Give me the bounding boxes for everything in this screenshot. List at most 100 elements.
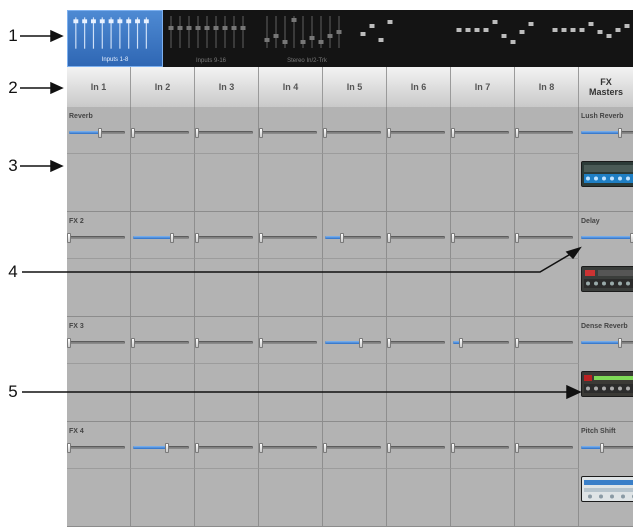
channel-header-8: In 8 — [515, 67, 579, 107]
slider-track — [261, 131, 317, 134]
send-slider-3[interactable] — [195, 233, 253, 243]
slider-knob[interactable] — [259, 443, 263, 453]
fx-masters-header: FX Masters — [579, 67, 633, 107]
fx-masters-line1: FX — [600, 77, 612, 87]
send-slider-1[interactable] — [67, 338, 125, 348]
send-slider-4[interactable] — [259, 443, 317, 453]
slider-knob[interactable] — [600, 443, 604, 453]
slider-knob[interactable] — [67, 338, 71, 348]
send-slider-5[interactable] — [323, 128, 381, 138]
send-slider-2[interactable] — [131, 128, 189, 138]
slider-knob[interactable] — [339, 233, 344, 243]
send-slider-7[interactable] — [451, 233, 509, 243]
send-slider-2[interactable] — [133, 443, 189, 453]
fx-master-slider[interactable] — [581, 338, 633, 348]
slider-knob[interactable] — [451, 128, 455, 138]
send-slider-7[interactable] — [453, 338, 509, 348]
tab-bank-6[interactable] — [547, 10, 633, 67]
tab-label: Inputs 9-16 — [195, 58, 227, 64]
send-slider-2[interactable] — [131, 338, 189, 348]
effect-thumbnail[interactable] — [581, 371, 633, 397]
send-slider-3[interactable] — [195, 443, 253, 453]
send-slider-8[interactable] — [515, 128, 573, 138]
tab-bank-3[interactable]: Stereo In/2-Trk — [259, 10, 355, 67]
slider-track — [453, 236, 509, 239]
slider-knob[interactable] — [515, 338, 519, 348]
send-slider-6[interactable] — [387, 338, 445, 348]
send-slider-5[interactable] — [325, 338, 381, 348]
slider-knob[interactable] — [131, 338, 135, 348]
slider-knob[interactable] — [195, 443, 199, 453]
send-slider-8[interactable] — [515, 233, 573, 243]
tab-bank-1[interactable]: Inputs 1-8 — [67, 10, 163, 67]
slider-knob[interactable] — [164, 443, 169, 453]
slider-knob[interactable] — [387, 128, 391, 138]
send-cell-lower — [323, 363, 387, 421]
send-slider-4[interactable] — [259, 338, 317, 348]
slider-knob[interactable] — [387, 443, 391, 453]
slider-knob[interactable] — [515, 128, 519, 138]
callout-4: 4 — [8, 262, 18, 281]
slider-knob[interactable] — [259, 233, 263, 243]
slider-knob[interactable] — [195, 128, 199, 138]
slider-knob[interactable] — [387, 233, 391, 243]
slider-knob[interactable] — [67, 233, 71, 243]
slider-knob[interactable] — [97, 128, 102, 138]
slider-knob[interactable] — [259, 128, 263, 138]
fx-master-name: Lush Reverb — [581, 113, 624, 120]
slider-knob[interactable] — [259, 338, 263, 348]
slider-knob[interactable] — [451, 233, 455, 243]
slider-knob[interactable] — [618, 128, 622, 138]
slider-knob[interactable] — [618, 338, 622, 348]
fx-master-slider[interactable] — [581, 128, 633, 138]
send-slider-8[interactable] — [515, 443, 573, 453]
fx-master-slider[interactable] — [581, 443, 633, 453]
send-slider-3[interactable] — [195, 128, 253, 138]
slider-knob[interactable] — [359, 338, 364, 348]
tab-bank-5[interactable] — [451, 10, 547, 67]
send-cell-lower — [195, 258, 259, 316]
slider-knob[interactable] — [387, 338, 391, 348]
fx-section-label: FX 4 — [69, 428, 84, 435]
send-slider-8[interactable] — [515, 338, 573, 348]
effect-thumbnail[interactable] — [581, 266, 633, 292]
slider-knob[interactable] — [323, 443, 327, 453]
send-slider-6[interactable] — [387, 443, 445, 453]
send-slider-3[interactable] — [195, 338, 253, 348]
slider-knob[interactable] — [195, 338, 199, 348]
tab-bank-2[interactable]: Inputs 9-16 — [163, 10, 259, 67]
slider-knob[interactable] — [67, 443, 71, 453]
send-slider-5[interactable] — [323, 443, 381, 453]
fx-master-slider[interactable] — [581, 233, 633, 243]
slider-track — [133, 131, 189, 134]
slider-knob[interactable] — [515, 233, 519, 243]
send-slider-2[interactable] — [133, 233, 189, 243]
send-slider-1[interactable] — [69, 128, 125, 138]
send-slider-1[interactable] — [67, 233, 125, 243]
tab-bank-4[interactable] — [355, 10, 451, 67]
fx-master-name: Pitch Shift — [581, 428, 616, 435]
effect-thumbnail[interactable] — [581, 476, 633, 502]
send-cell — [259, 107, 323, 153]
slider-knob[interactable] — [131, 128, 135, 138]
slider-track — [453, 446, 509, 449]
send-cell — [131, 422, 195, 468]
send-cell — [195, 212, 259, 258]
send-cell-lower — [131, 153, 195, 211]
slider-knob[interactable] — [170, 233, 175, 243]
slider-knob[interactable] — [451, 443, 455, 453]
slider-knob[interactable] — [195, 233, 199, 243]
send-slider-4[interactable] — [259, 233, 317, 243]
slider-knob[interactable] — [515, 443, 519, 453]
send-slider-7[interactable] — [451, 128, 509, 138]
slider-knob[interactable] — [459, 338, 464, 348]
send-slider-6[interactable] — [387, 128, 445, 138]
slider-knob[interactable] — [323, 128, 327, 138]
send-slider-1[interactable] — [67, 443, 125, 453]
slider-track — [69, 236, 125, 239]
send-slider-4[interactable] — [259, 128, 317, 138]
send-slider-6[interactable] — [387, 233, 445, 243]
effect-thumbnail[interactable] — [581, 161, 633, 187]
send-slider-7[interactable] — [451, 443, 509, 453]
send-slider-5[interactable] — [325, 233, 381, 243]
